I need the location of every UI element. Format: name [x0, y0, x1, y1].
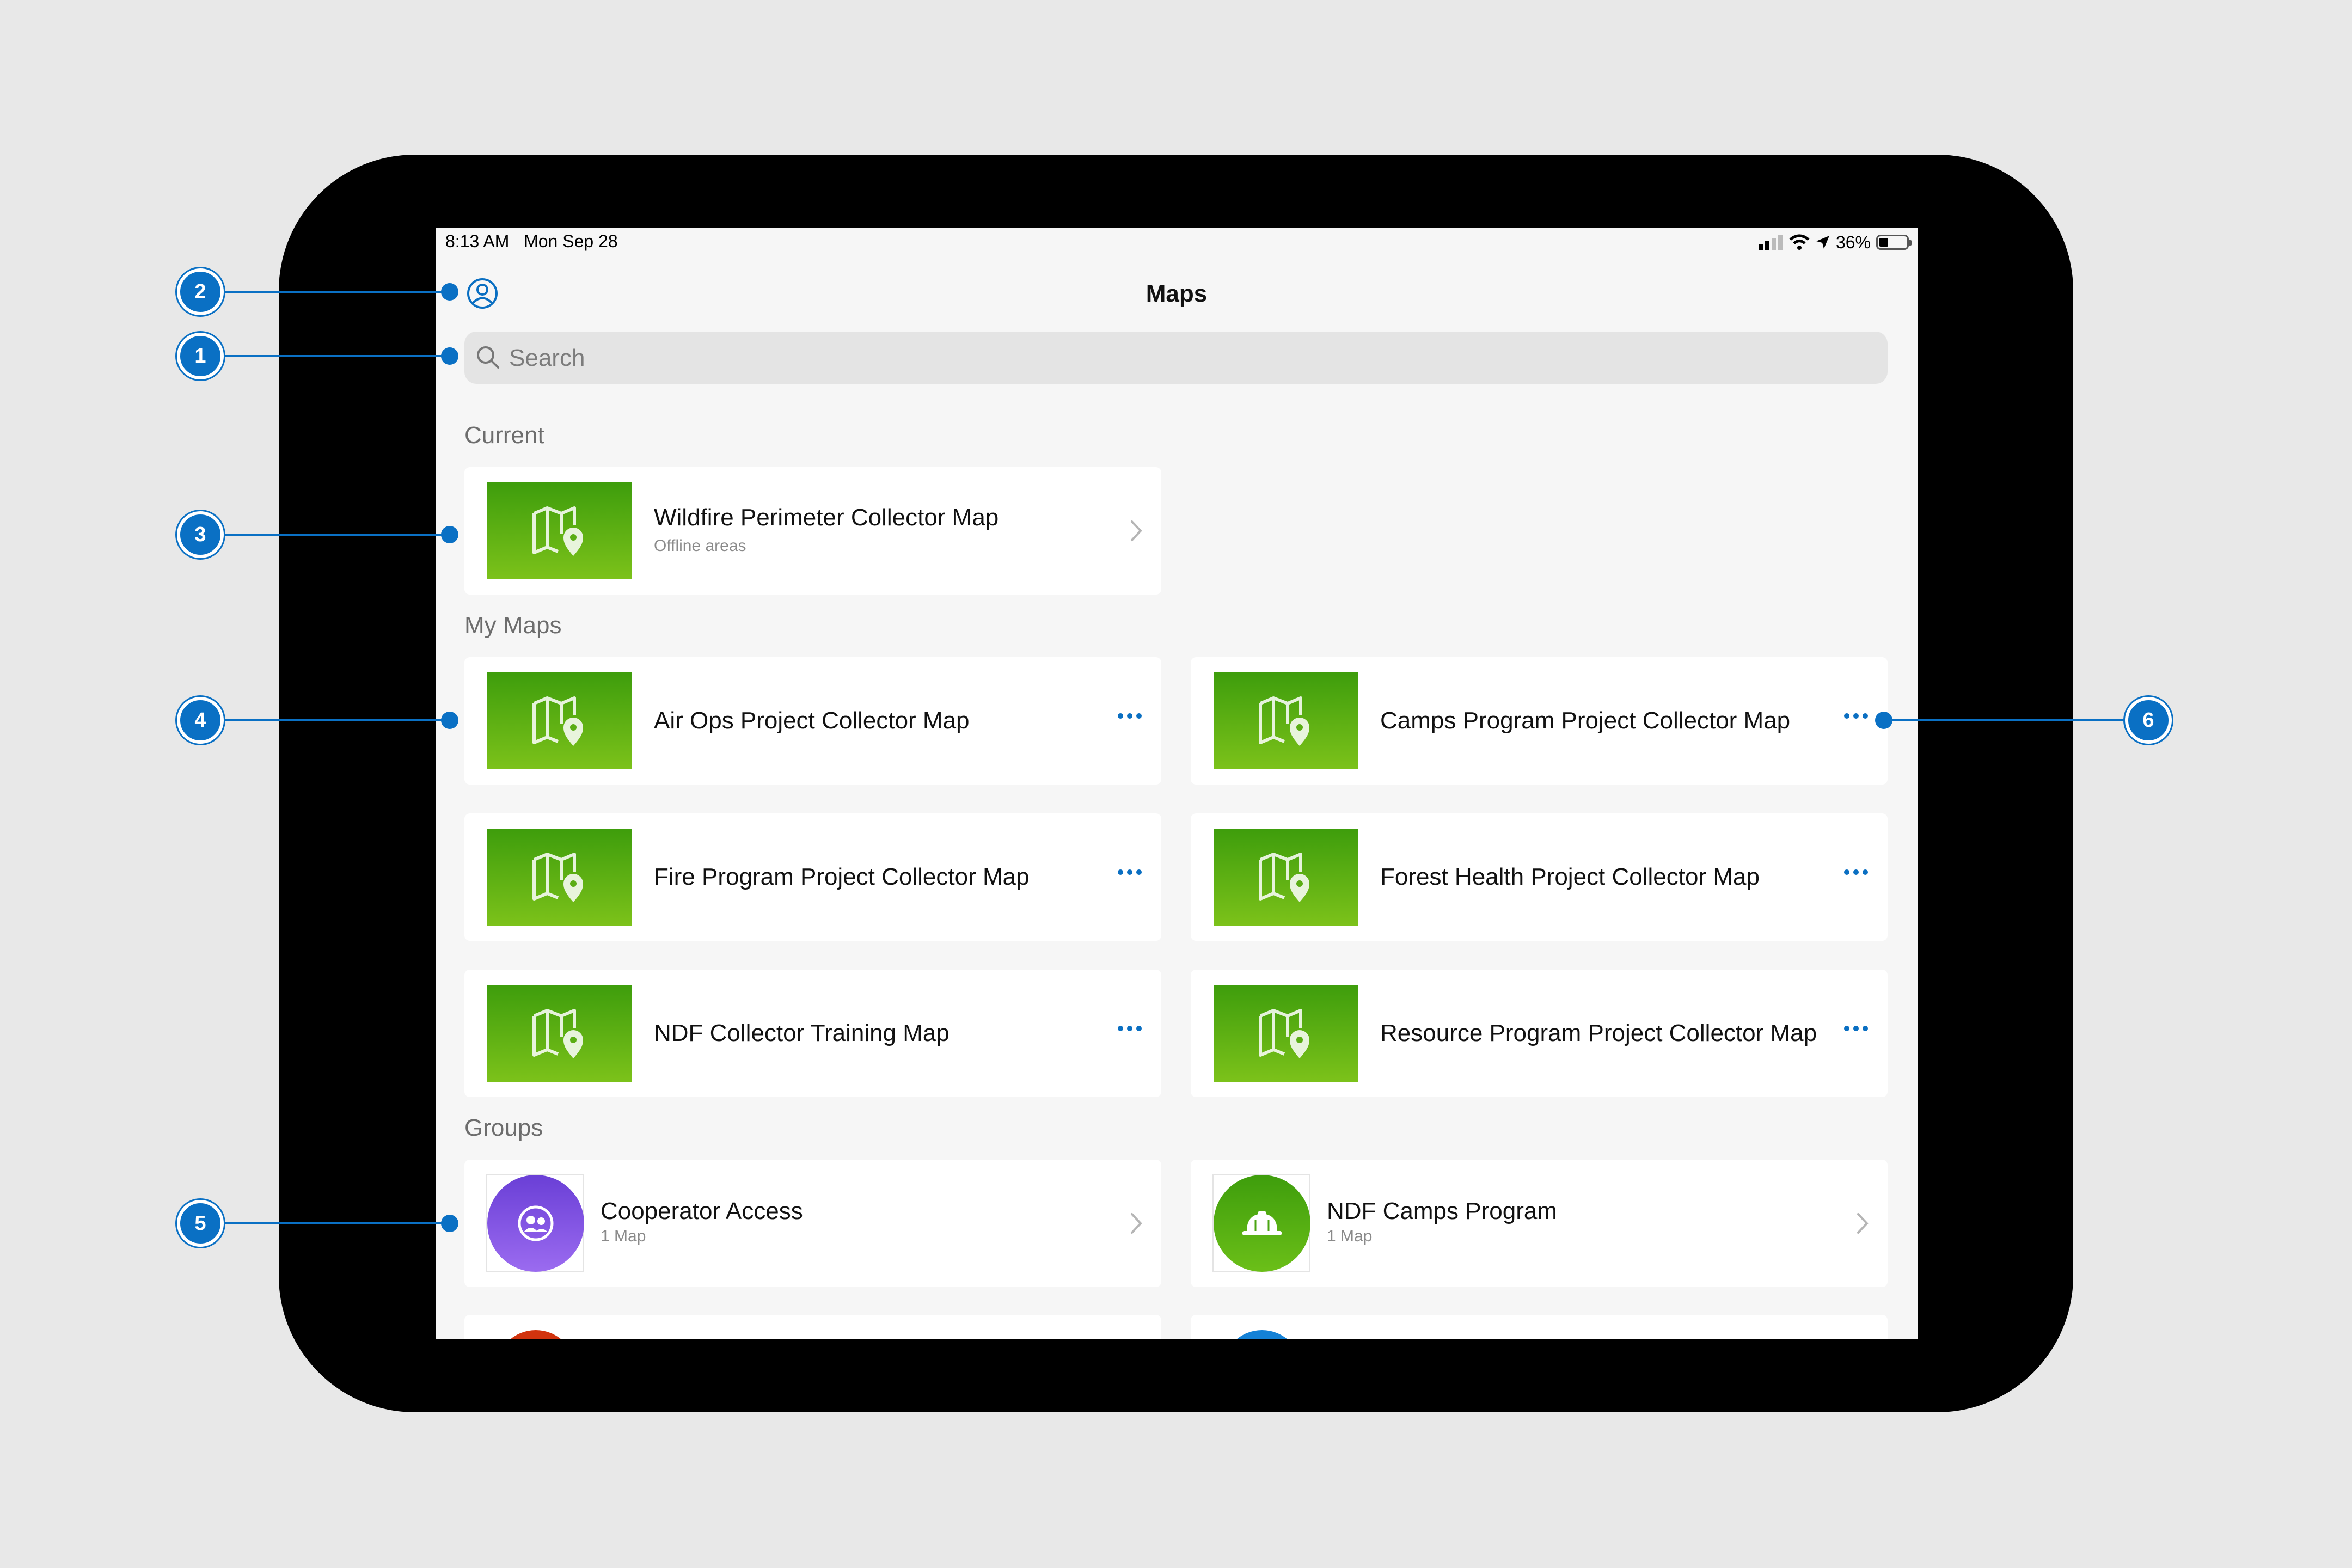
callout-badge-4: 4: [177, 697, 224, 744]
chevron-right-icon: [1131, 1213, 1142, 1234]
callout-badge-6: 6: [2125, 697, 2172, 744]
group-card-ndf-camps[interactable]: NDF Camps Program 1 Map: [1191, 1160, 1888, 1287]
callout-line: [223, 291, 450, 293]
group-card-partial[interactable]: [464, 1315, 1161, 1339]
group-title: NDF Camps Program: [1327, 1198, 1557, 1224]
more-options-icon[interactable]: [1844, 867, 1868, 878]
callout-line: [223, 355, 450, 357]
more-options-icon[interactable]: [1844, 710, 1868, 721]
map-thumbnail: [487, 672, 632, 769]
group-subtitle: 1 Map: [1327, 1227, 1373, 1245]
map-card-air-ops[interactable]: Air Ops Project Collector Map: [464, 657, 1161, 785]
callout-badge-5: 5: [177, 1200, 224, 1247]
callout-dot: [441, 283, 458, 301]
callout-line: [1884, 719, 2129, 721]
more-options-icon[interactable]: [1844, 1023, 1868, 1034]
map-title: Camps Program Project Collector Map: [1380, 707, 1791, 734]
search-bar[interactable]: [464, 332, 1888, 385]
more-options-icon[interactable]: [1118, 1023, 1142, 1034]
map-thumbnail: [1214, 985, 1358, 1082]
map-title: Air Ops Project Collector Map: [654, 707, 970, 734]
battery-icon: [1876, 235, 1912, 250]
map-thumbnail: [487, 829, 632, 926]
group-title: Cooperator Access: [601, 1198, 803, 1224]
map-card-camps-program[interactable]: Camps Program Project Collector Map: [1191, 657, 1888, 785]
chevron-right-icon: [1131, 520, 1142, 541]
cellular-signal-icon: [1758, 235, 1783, 250]
map-pin-icon: [532, 1009, 583, 1058]
search-icon: [477, 346, 499, 369]
section-groups-label: Groups: [464, 1114, 543, 1141]
app-screen: 8:13 AM Mon Sep 28 36% Maps Search Curre…: [436, 228, 1918, 1339]
page-title: Maps: [1146, 280, 1208, 307]
group-subtitle: 1 Map: [601, 1227, 646, 1245]
status-date-text: Mon Sep 28: [524, 231, 618, 251]
map-thumbnail: [1214, 829, 1358, 926]
battery-percent: 36%: [1835, 232, 1871, 252]
section-my-maps-label: My Maps: [464, 612, 562, 639]
hard-hat-icon: [1242, 1211, 1282, 1235]
map-pin-icon: [1259, 853, 1309, 902]
chevron-right-icon: [1857, 1213, 1869, 1234]
current-map-subtitle: Offline areas: [654, 537, 746, 555]
wifi-icon: [1789, 234, 1810, 250]
group-avatar: [487, 1175, 584, 1272]
group-avatar-partial: [1222, 1330, 1302, 1339]
map-title: Fire Program Project Collector Map: [654, 863, 1030, 890]
map-thumbnail: [1214, 672, 1358, 769]
map-pin-icon: [532, 696, 583, 746]
status-bar: 8:13 AM Mon Sep 28 36%: [436, 228, 1918, 261]
group-card-partial[interactable]: [1191, 1315, 1888, 1339]
map-title: Resource Program Project Collector Map: [1380, 1020, 1817, 1046]
callout-badge-2: 2: [177, 268, 224, 315]
callout-line: [223, 1222, 450, 1224]
more-options-icon[interactable]: [1118, 867, 1142, 878]
map-thumbnail: [487, 482, 632, 579]
people-icon: [518, 1205, 554, 1241]
group-avatar: [1214, 1175, 1310, 1272]
status-time-text: 8:13 AM: [445, 231, 510, 251]
callout-badge-3: 3: [177, 511, 224, 558]
callout-dot: [441, 347, 458, 365]
map-card-resource-program[interactable]: Resource Program Project Collector Map: [1191, 970, 1888, 1097]
section-current-label: Current: [464, 422, 544, 449]
group-avatar-partial: [496, 1330, 575, 1339]
more-options-icon[interactable]: [1118, 710, 1142, 721]
current-map-title: Wildfire Perimeter Collector Map: [654, 504, 999, 531]
map-card-fire-program[interactable]: Fire Program Project Collector Map: [464, 813, 1161, 941]
search-input[interactable]: [508, 332, 1817, 385]
group-card-cooperator-access[interactable]: Cooperator Access 1 Map: [464, 1160, 1161, 1287]
status-right: 36%: [1758, 231, 1912, 253]
location-arrow-icon: [1816, 236, 1829, 249]
map-card-forest-health[interactable]: Forest Health Project Collector Map: [1191, 813, 1888, 941]
callout-dot: [441, 712, 458, 729]
callout-dot: [1875, 712, 1892, 729]
callout-line: [223, 719, 450, 721]
current-map-card[interactable]: Wildfire Perimeter Collector Map Offline…: [464, 467, 1161, 595]
map-title: NDF Collector Training Map: [654, 1020, 950, 1046]
map-pin-icon: [1259, 1009, 1309, 1058]
callout-dot: [441, 1215, 458, 1232]
map-pin-icon: [532, 853, 583, 902]
callout-badge-1: 1: [177, 333, 224, 379]
map-pin-icon: [532, 506, 583, 556]
status-time: 8:13 AM Mon Sep 28: [445, 231, 618, 252]
map-pin-icon: [1259, 696, 1309, 746]
callout-line: [223, 534, 450, 536]
callout-dot: [441, 526, 458, 543]
map-card-ndf-training[interactable]: NDF Collector Training Map: [464, 970, 1161, 1097]
map-title: Forest Health Project Collector Map: [1380, 863, 1760, 890]
map-thumbnail: [487, 985, 632, 1082]
